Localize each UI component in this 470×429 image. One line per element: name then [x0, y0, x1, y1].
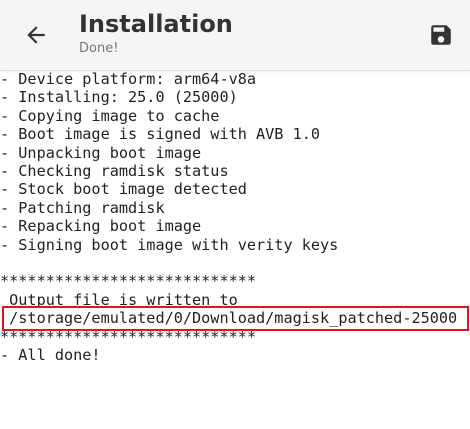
log-line: - Copying image to cache: [0, 106, 220, 125]
log-line: - Device platform: arm64-v8a: [0, 70, 257, 88]
log-line: - Signing boot image with verity keys: [0, 235, 339, 254]
save-button[interactable]: [423, 17, 459, 53]
separator-line: ****************************: [0, 327, 257, 346]
log-line: - Checking ramdisk status: [0, 162, 229, 180]
log-line: - Repacking boot image: [0, 217, 202, 236]
log-line: - Patching ramdisk: [0, 198, 165, 217]
log-line: - Boot image is signed with AVB 1.0: [0, 125, 321, 144]
log-line: - Unpacking boot image: [0, 143, 202, 162]
app-bar: Installation Done!: [0, 0, 470, 71]
title-block: Installation Done!: [79, 9, 233, 58]
arrow-back-icon: [27, 26, 45, 44]
page-subtitle: Done!: [79, 41, 119, 56]
log-line: - All done!: [0, 346, 101, 364]
console-log: - Device platform: arm64-v8a - Installin…: [0, 70, 470, 429]
log-line-blank: [0, 254, 470, 272]
log-line: - Stock boot image detected: [0, 180, 247, 199]
save-icon: [431, 25, 451, 45]
back-button[interactable]: [16, 15, 56, 55]
log-line: - Installing: 25.0 (25000): [0, 88, 238, 107]
log-line: Output file is written to: [0, 290, 238, 309]
output-file-path: /storage/emulated/0/Download/magisk_patc…: [0, 309, 458, 328]
page-title: Installation: [79, 10, 233, 38]
separator-line: ****************************: [0, 272, 257, 291]
